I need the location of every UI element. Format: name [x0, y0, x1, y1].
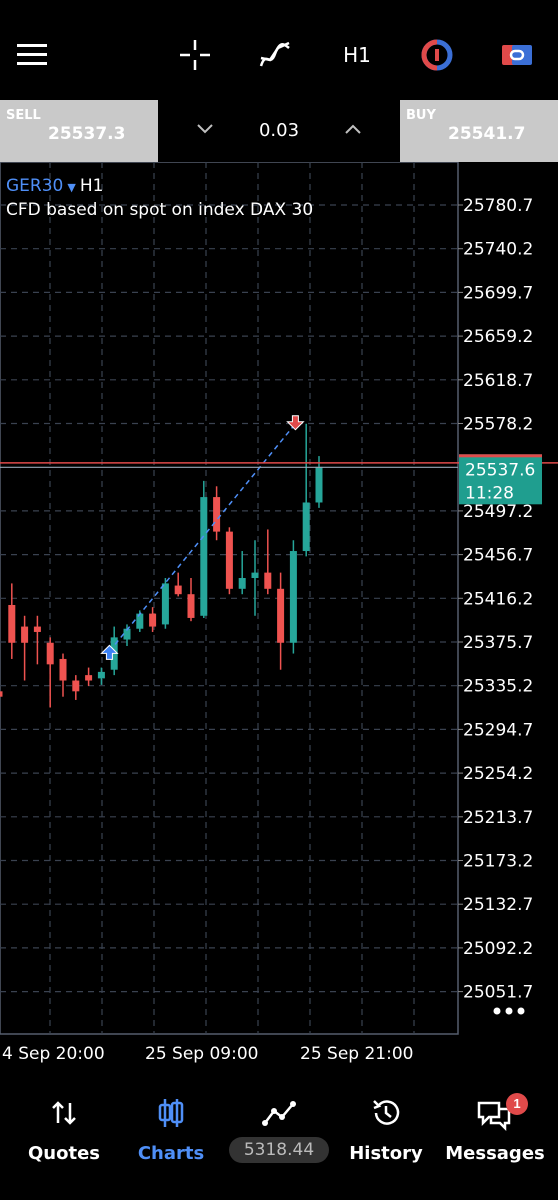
- candle-body: [46, 642, 54, 665]
- trade-icon[interactable]: [494, 30, 540, 80]
- more-options-icon: [493, 1007, 501, 1015]
- sell-label: SELL: [6, 108, 41, 123]
- volume-increase-icon[interactable]: [344, 118, 362, 141]
- history-icon: [331, 1093, 441, 1133]
- y-tick-label: 25659.2: [463, 327, 533, 347]
- price-tag-time: 11:28: [465, 483, 514, 503]
- y-tick-label: 25092.2: [463, 939, 533, 959]
- nav-charts[interactable]: Charts: [116, 1093, 226, 1164]
- y-tick-label: 25780.7: [463, 196, 533, 216]
- price-tag-ask-mark: [459, 454, 542, 458]
- candle-body: [72, 680, 80, 692]
- candle-body: [302, 502, 310, 552]
- y-tick-label: 25051.7: [463, 983, 533, 1003]
- indicators-icon[interactable]: [252, 30, 298, 80]
- trade-line-icon: [224, 1093, 334, 1133]
- y-tick-label: 25294.7: [463, 720, 533, 740]
- x-tick-label: 4 Sep 20:00: [2, 1044, 105, 1064]
- price-tag-price: 25537.6: [465, 460, 535, 480]
- x-tick-label: 25 Sep 21:00: [300, 1044, 413, 1064]
- one-click-trade-panel: SELL 25537.3 0.03 BUY 25541.7: [0, 100, 558, 162]
- candle-body: [238, 578, 246, 589]
- more-options-icon: [517, 1007, 525, 1015]
- buy-price: 25541.7: [448, 124, 526, 144]
- charts-icon: [116, 1093, 226, 1133]
- volume-value[interactable]: 0.03: [158, 120, 400, 141]
- y-tick-label: 25173.2: [463, 852, 533, 872]
- candle-body: [149, 613, 157, 627]
- candle-body: [213, 497, 221, 532]
- hamburger-icon[interactable]: [10, 30, 54, 80]
- nav-quotes-label: Quotes: [27, 1143, 100, 1164]
- nav-messages[interactable]: 1 Messages: [440, 1093, 550, 1164]
- messages-badge: 1: [506, 1093, 528, 1115]
- candle-body: [251, 572, 259, 579]
- y-tick-label: 25699.7: [463, 283, 533, 303]
- timeframe-button[interactable]: H1: [334, 30, 380, 80]
- candle-body: [200, 497, 208, 616]
- y-tick-label: 25213.7: [463, 808, 533, 828]
- y-tick-label: 25497.2: [463, 502, 533, 522]
- bottom-navigation: Quotes Charts 5318.44 History 1 Messages: [0, 1085, 558, 1200]
- symbol-timeframe: H1: [79, 176, 104, 196]
- nav-history-label: History: [349, 1143, 423, 1164]
- y-tick-label: 25416.2: [463, 589, 533, 609]
- y-tick-label: 25254.2: [463, 764, 533, 784]
- candle-body: [174, 585, 182, 595]
- candle-body: [21, 626, 29, 643]
- x-tick-label: 25 Sep 09:00: [145, 1044, 258, 1064]
- nav-quotes[interactable]: Quotes: [9, 1093, 119, 1164]
- volume-control: 0.03: [158, 100, 400, 162]
- symbol-description: CFD based on spot on index DAX 30: [6, 200, 314, 220]
- symbol-name: GER30: [6, 176, 64, 196]
- chart-canvas[interactable]: 25780.7 25740.2 25699.7 25659.2 25618.7 25578…: [0, 161, 558, 1072]
- nav-trade[interactable]: [224, 1093, 334, 1133]
- candle-body: [264, 572, 272, 589]
- nav-charts-label: Charts: [137, 1143, 205, 1164]
- candle-body: [97, 671, 105, 679]
- account-balance: 5318.44: [229, 1137, 329, 1163]
- price-chart[interactable]: 25780.7 25740.2 25699.7 25659.2 25618.7 25578…: [0, 161, 558, 1072]
- y-tick-label: 25335.2: [463, 677, 533, 697]
- crosshair-icon[interactable]: [172, 30, 218, 80]
- candle-body: [315, 466, 323, 503]
- sell-price: 25537.3: [48, 124, 126, 144]
- nav-messages-label: Messages: [445, 1143, 545, 1164]
- candle-body: [33, 626, 41, 632]
- buy-button[interactable]: BUY 25541.7: [400, 100, 558, 162]
- candle-body: [161, 583, 169, 625]
- candle-body: [225, 531, 233, 589]
- sell-button[interactable]: SELL 25537.3: [0, 100, 158, 162]
- y-tick-label: 25740.2: [463, 240, 533, 260]
- more-options-icon: [505, 1007, 513, 1015]
- candle-body: [187, 594, 195, 618]
- buy-label: BUY: [406, 108, 436, 123]
- top-toolbar: H1: [0, 0, 558, 100]
- quotes-icon: [9, 1093, 119, 1133]
- y-tick-label: 25375.7: [463, 633, 533, 653]
- chart-symbol[interactable]: GER30 ▼ H1: [6, 176, 103, 196]
- y-tick-label: 25132.7: [463, 895, 533, 915]
- candle-body: [136, 613, 144, 629]
- candle-body: [0, 691, 3, 697]
- candle-body: [277, 588, 285, 643]
- candle-body: [85, 675, 93, 681]
- candle-body: [59, 658, 67, 681]
- candle-body: [289, 551, 297, 643]
- candle-body: [8, 604, 16, 643]
- messages-icon: 1: [440, 1093, 550, 1133]
- symbol-dropdown-icon: ▼: [67, 181, 76, 194]
- y-tick-label: 25618.7: [463, 371, 533, 391]
- nav-history[interactable]: History: [331, 1093, 441, 1164]
- y-tick-label: 25456.7: [463, 546, 533, 566]
- y-tick-label: 25578.2: [463, 415, 533, 435]
- one-click-trading-icon[interactable]: [414, 30, 460, 80]
- sell-arrow-icon: [286, 415, 305, 431]
